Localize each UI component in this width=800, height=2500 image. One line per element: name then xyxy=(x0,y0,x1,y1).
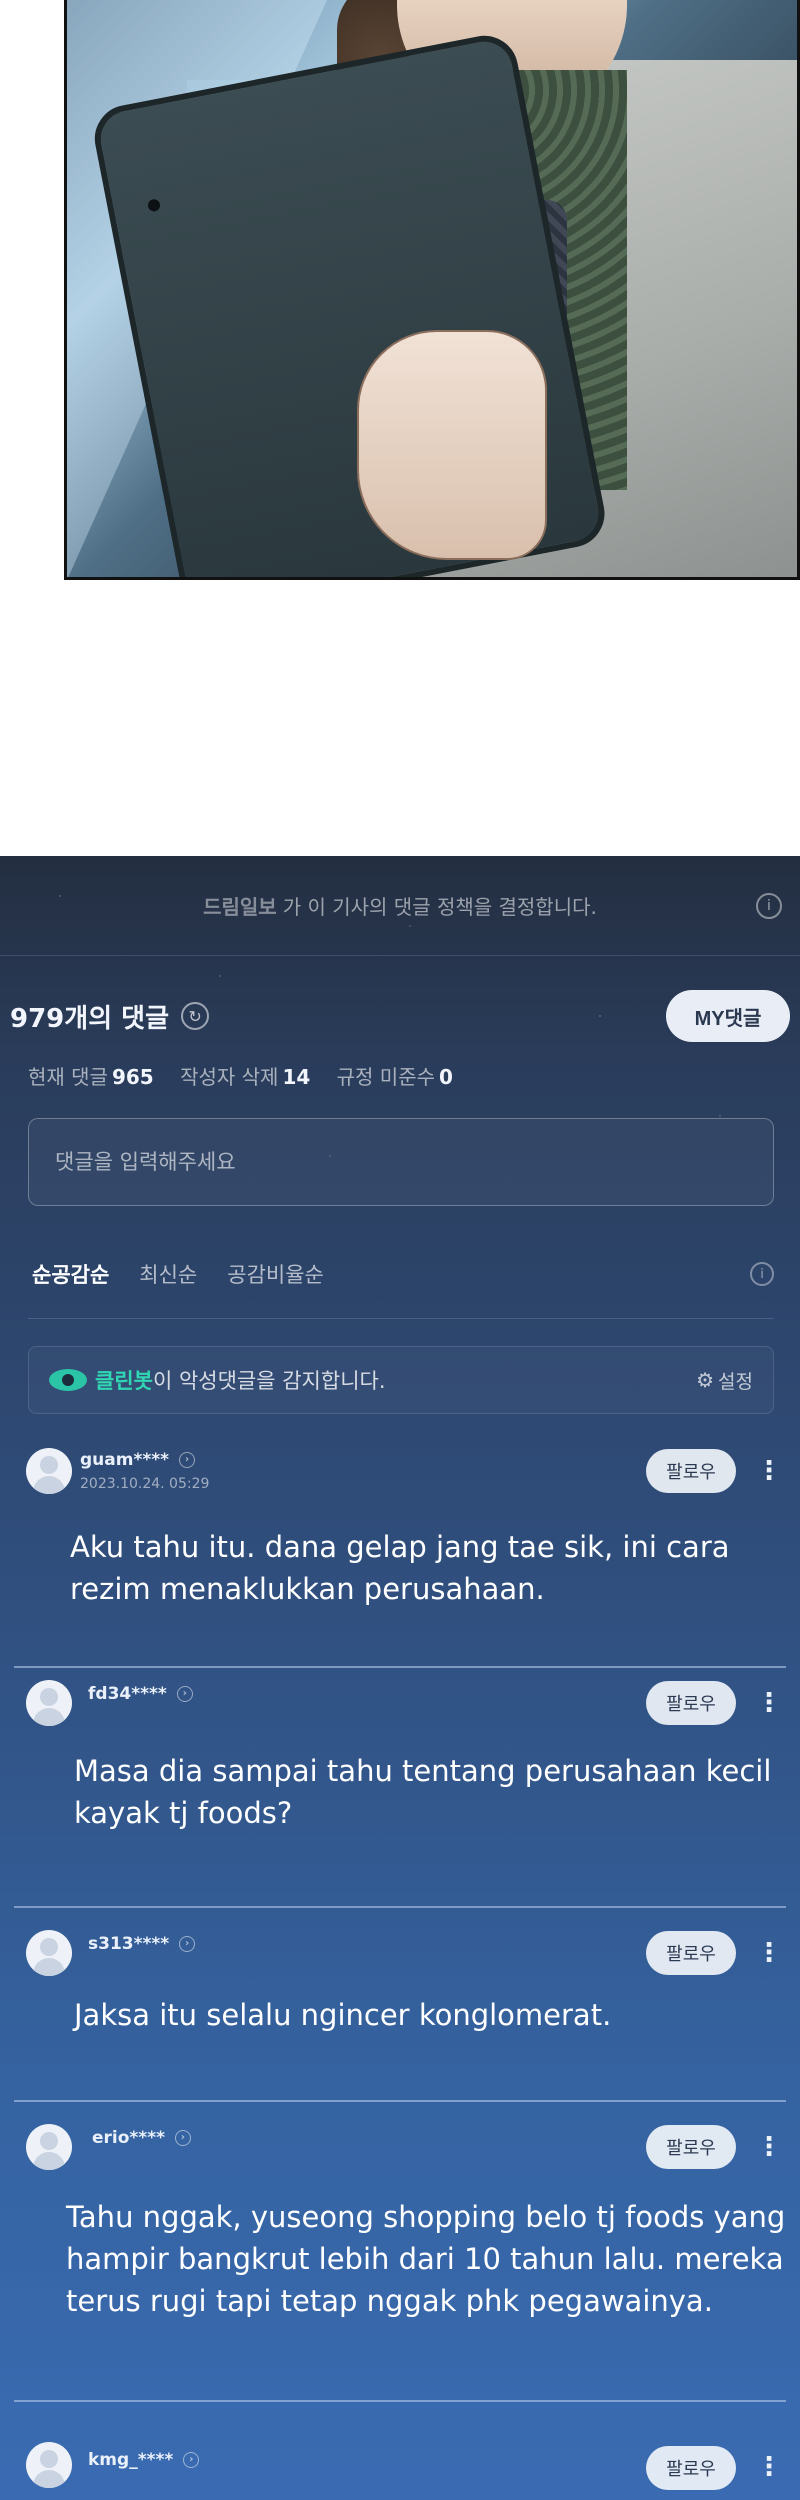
comment-separator xyxy=(14,2400,786,2402)
comment-item: s313**** › 팔로우 ⋮ Jaksa itu selalu ngincer… xyxy=(0,1930,800,2130)
comment-username[interactable]: erio**** › xyxy=(92,2128,191,2148)
settings-label: 설정 xyxy=(718,1370,753,1393)
gear-icon: ⚙ xyxy=(696,1368,715,1392)
comment-count-title: 979개의 댓글 xyxy=(10,1003,170,1034)
avatar[interactable] xyxy=(26,2442,72,2488)
more-options-icon[interactable]: ⋮ xyxy=(756,2132,782,2162)
avatar[interactable] xyxy=(26,1680,72,1726)
comments-section: 드림일보 가 이 기사의 댓글 정책을 결정합니다. i 979개의 댓글 ↻ … xyxy=(0,856,800,2500)
profile-arrow-icon[interactable]: › xyxy=(174,2130,191,2146)
username-text: fd34**** xyxy=(88,1684,167,1704)
comment-username[interactable]: guam**** › xyxy=(80,1450,196,1470)
follow-button[interactable]: 팔로우 xyxy=(646,1931,736,1975)
avatar[interactable] xyxy=(26,2124,72,2170)
sort-by-ratio[interactable]: 공감비율순 xyxy=(227,1259,324,1289)
comment-body: Tahu nggak, yuseong shopping belo tj foo… xyxy=(66,2200,786,2318)
policy-text: 가 이 기사의 댓글 정책을 결정합니다. xyxy=(282,895,597,919)
policy-info-icon[interactable]: i xyxy=(756,893,782,919)
profile-arrow-icon[interactable]: › xyxy=(176,1686,193,1702)
comment-separator xyxy=(14,1666,786,1668)
comment-separator xyxy=(14,1906,786,1908)
violation-value: 0 xyxy=(439,1065,453,1089)
violation-label: 규정 미준수 xyxy=(336,1065,435,1089)
sort-options: 순공감순 최신순 공감비율순 i xyxy=(32,1254,774,1294)
more-options-icon[interactable]: ⋮ xyxy=(756,1688,782,1718)
divider xyxy=(28,1318,774,1319)
username-text: s313**** xyxy=(88,1934,170,1954)
deleted-by-author-value: 14 xyxy=(282,1065,311,1089)
character-hand xyxy=(357,330,547,560)
comment-separator xyxy=(14,2100,786,2102)
profile-arrow-icon[interactable]: › xyxy=(179,1452,196,1468)
comment-username[interactable]: fd34**** › xyxy=(88,1684,193,1704)
follow-button[interactable]: 팔로우 xyxy=(646,2125,736,2169)
username-text: erio**** xyxy=(92,2128,165,2148)
username-text: guam**** xyxy=(80,1450,170,1470)
comment-username[interactable]: kmg_**** › xyxy=(88,2450,200,2470)
comment-timestamp: 2023.10.24. 05:29 xyxy=(80,1476,210,1492)
deleted-by-author-label: 작성자 삭제 xyxy=(180,1065,279,1089)
current-comments-value: 965 xyxy=(111,1065,154,1089)
avatar[interactable] xyxy=(26,1930,72,1976)
cleanbot-name: 클린봇 xyxy=(95,1369,153,1393)
profile-arrow-icon[interactable]: › xyxy=(179,1936,196,1952)
cleanbot-text: 이 악성댓글을 감지합니다. xyxy=(152,1369,386,1393)
comment-body: Masa dia sampai tahu tentang perusahaan … xyxy=(74,1754,772,1830)
cleanbot-eye-icon xyxy=(49,1369,87,1391)
comment-item: kmg_**** › 팔로우 ⋮ xyxy=(0,2442,800,2500)
current-comments-label: 현재 댓글 xyxy=(28,1065,108,1089)
comment-count-row: 979개의 댓글 ↻ MY댓글 xyxy=(10,986,790,1046)
sort-by-newest[interactable]: 최신순 xyxy=(139,1259,197,1289)
comment-item: erio**** › 팔로우 ⋮ Tahu nggak, yuseong shop… xyxy=(0,2124,800,2424)
comic-panel-image xyxy=(64,0,800,580)
cleanbot-settings-button[interactable]: ⚙ 설정 xyxy=(696,1367,753,1394)
comment-input[interactable] xyxy=(28,1118,774,1206)
follow-button[interactable]: 팔로우 xyxy=(646,1681,736,1725)
more-options-icon[interactable]: ⋮ xyxy=(756,1456,782,1486)
comment-body: Jaksa itu selalu ngincer konglomerat. xyxy=(74,1998,612,2032)
more-options-icon[interactable]: ⋮ xyxy=(756,1938,782,1968)
comment-stats: 현재 댓글 965 작성자 삭제 14 규정 미준수 0 xyxy=(28,1061,473,1090)
cleanbot-bar: 클린봇 이 악성댓글을 감지합니다. ⚙ 설정 xyxy=(28,1346,774,1414)
follow-button[interactable]: 팔로우 xyxy=(646,2446,736,2490)
avatar[interactable] xyxy=(26,1448,72,1494)
profile-arrow-icon[interactable]: › xyxy=(183,2452,200,2468)
more-options-icon[interactable]: ⋮ xyxy=(756,2452,782,2482)
comment-item: fd34**** › 팔로우 ⋮ Masa dia sampai tahu ten… xyxy=(0,1680,800,1920)
refresh-icon[interactable]: ↻ xyxy=(181,1002,210,1030)
comment-body: Aku tahu itu. dana gelap jang tae sik, i… xyxy=(70,1530,730,1606)
username-text: kmg_**** xyxy=(88,2450,174,2470)
comment-username[interactable]: s313**** › xyxy=(88,1934,196,1954)
sort-by-likes[interactable]: 순공감순 xyxy=(32,1259,109,1289)
sort-info-icon[interactable]: i xyxy=(750,1262,774,1286)
follow-button[interactable]: 팔로우 xyxy=(646,1449,736,1493)
comment-policy-banner: 드림일보 가 이 기사의 댓글 정책을 결정합니다. i xyxy=(0,856,800,956)
comment-item: guam**** › 2023.10.24. 05:29 팔로우 ⋮ Aku ta… xyxy=(0,1448,800,1668)
my-comments-button[interactable]: MY댓글 xyxy=(666,990,790,1042)
tablet-camera xyxy=(146,198,162,213)
publisher-brand: 드림일보 xyxy=(203,895,277,919)
